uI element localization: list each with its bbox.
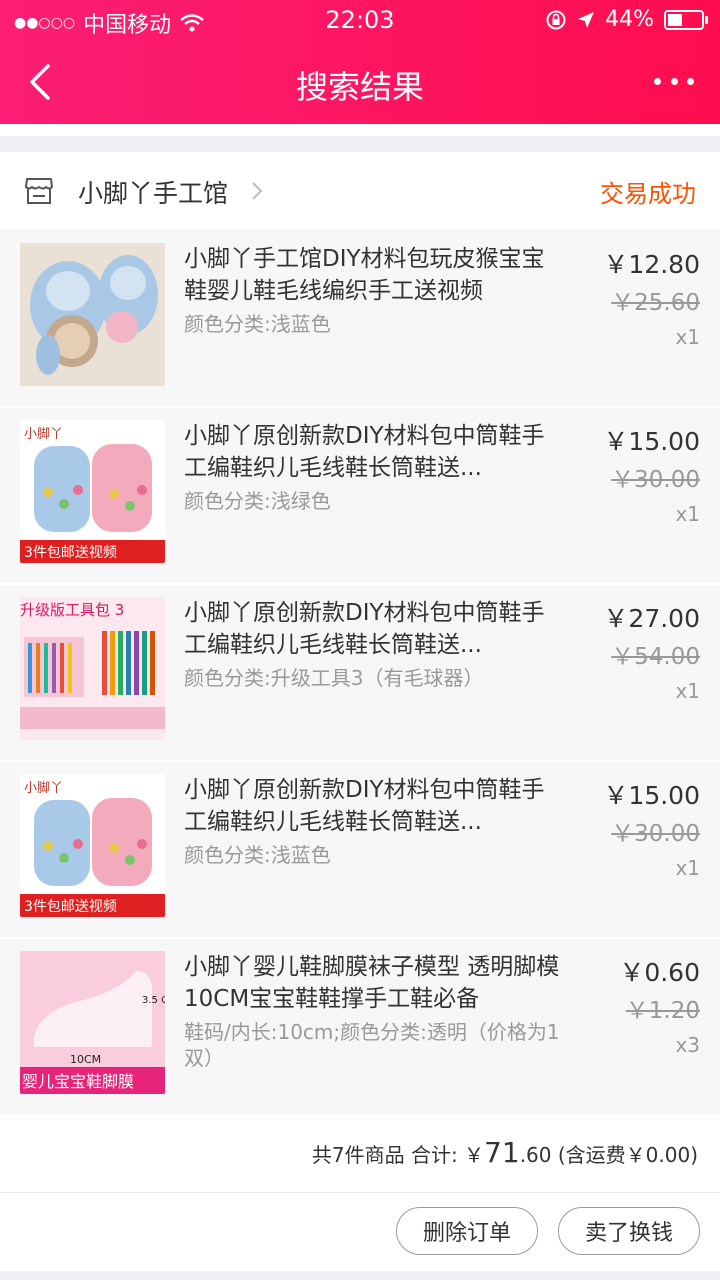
thumbnail-logo-text: 小脚丫	[24, 426, 63, 442]
product-price: ￥0.60	[619, 958, 700, 987]
thumbnail-dimension-text: 3.5 CM	[142, 995, 165, 1006]
product-quantity: x3	[675, 1033, 700, 1057]
product-thumbnail[interactable]: 小脚丫 3件包邮送视频	[20, 774, 165, 917]
product-quantity: x1	[675, 325, 700, 349]
total-decimal: .60	[519, 1143, 552, 1167]
product-quantity: x1	[675, 856, 700, 880]
product-sku: 颜色分类:升级工具3（有毛球器）	[184, 666, 484, 690]
thumbnail-logo-text: 小脚丫	[24, 780, 63, 796]
nav-bar: 搜索结果	[0, 48, 720, 116]
product-price: ￥12.80	[603, 250, 700, 279]
order-item[interactable]: 10CM 3.5 CM 婴儿宝宝鞋脚膜 小脚丫婴儿鞋脚膜袜子模型 透明脚模10C…	[0, 939, 720, 1114]
header: ●●○○○ 中国移动 22:03 44% 搜索结果	[0, 0, 720, 124]
more-button[interactable]	[654, 66, 694, 96]
product-thumbnail[interactable]: 小脚丫 3件包邮送视频	[20, 420, 165, 563]
sell-item-button[interactable]: 卖了换钱	[558, 1207, 700, 1255]
chevron-right-icon	[252, 182, 263, 200]
product-quantity: x1	[675, 502, 700, 526]
product-title[interactable]: 小脚丫原创新款DIY材料包中筒鞋手工编鞋织儿毛线鞋长筒鞋送...	[184, 774, 564, 838]
product-title[interactable]: 小脚丫原创新款DIY材料包中筒鞋手工编鞋织儿毛线鞋长筒鞋送...	[184, 597, 564, 661]
thumbnail-header-text: 升级版工具包 3	[20, 601, 124, 619]
order-actions: 删除订单 卖了换钱	[0, 1193, 720, 1271]
product-original-price: ￥25.60	[611, 290, 700, 316]
status-bar: ●●○○○ 中国移动 22:03 44%	[0, 0, 720, 40]
order-summary: 共7件商品 合计: ￥71.60 (含运费￥0.00)	[0, 1114, 720, 1193]
product-original-price: ￥30.00	[611, 467, 700, 493]
order-item[interactable]: 小脚丫 3件包邮送视频 小脚丫原创新款DIY材料包中筒鞋手工编鞋织儿毛线鞋长筒鞋…	[0, 762, 720, 937]
thumbnail-banner-text: 3件包邮送视频	[24, 545, 117, 561]
product-original-price: ￥30.00	[611, 821, 700, 847]
product-sku: 颜色分类:浅蓝色	[184, 312, 331, 336]
product-original-price: ￥1.20	[625, 998, 700, 1024]
product-price: ￥15.00	[603, 427, 700, 456]
product-title[interactable]: 小脚丫手工馆DIY材料包玩皮猴宝宝鞋婴儿鞋毛线编织手工送视频	[184, 243, 564, 307]
shop-icon	[25, 178, 53, 204]
order-item[interactable]: 升级版工具包 3 小脚丫原创新款DIY材料包中筒鞋手工编鞋织儿毛线鞋长筒鞋送..…	[0, 585, 720, 760]
product-sku: 颜色分类:浅绿色	[184, 489, 331, 513]
product-title[interactable]: 小脚丫婴儿鞋脚膜袜子模型 透明脚模10CM宝宝鞋鞋撑手工鞋必备	[184, 951, 564, 1015]
delete-order-button[interactable]: 删除订单	[396, 1207, 538, 1255]
page-title: 搜索结果	[295, 68, 424, 106]
rotation-lock-icon	[546, 10, 566, 29]
shop-row[interactable]: 小脚丫手工馆 交易成功	[0, 152, 720, 231]
order-status: 交易成功	[600, 180, 696, 208]
order-item[interactable]: 小脚丫手工馆DIY材料包玩皮猴宝宝鞋婴儿鞋毛线编织手工送视频 颜色分类:浅蓝色 …	[0, 231, 720, 406]
product-thumbnail[interactable]	[20, 243, 165, 386]
shop-name[interactable]: 小脚丫手工馆	[78, 174, 228, 210]
total-integer: 71	[484, 1136, 520, 1169]
order-total: 共7件商品 合计: ￥71.60 (含运费￥0.00)	[312, 1136, 698, 1169]
thumbnail-dimension-text: 10CM	[70, 1053, 101, 1066]
thumbnail-banner-text: 婴儿宝宝鞋脚膜	[22, 1072, 134, 1091]
order-card: 小脚丫手工馆 交易成功 小脚丫手工馆DIY材料包玩皮猴宝宝鞋婴儿鞋毛线编织手工送…	[0, 152, 720, 1271]
product-original-price: ￥54.00	[611, 644, 700, 670]
thumbnail-banner-text: 3件包邮送视频	[24, 899, 117, 915]
more-dot	[670, 77, 678, 85]
shipping-note: (含运费￥0.00)	[551, 1143, 698, 1167]
order-item[interactable]: 小脚丫 3件包邮送视频 小脚丫原创新款DIY材料包中筒鞋手工编鞋织儿毛线鞋长筒鞋…	[0, 408, 720, 583]
product-price: ￥15.00	[603, 781, 700, 810]
previous-order-card-edge	[0, 124, 720, 136]
product-price: ￥27.00	[603, 604, 700, 633]
total-prefix: 共7件商品 合计: ￥	[311, 1143, 485, 1167]
more-dot	[654, 77, 661, 85]
product-sku: 颜色分类:浅蓝色	[184, 843, 331, 867]
more-dot	[687, 77, 694, 85]
product-quantity: x1	[675, 679, 700, 703]
product-thumbnail[interactable]: 10CM 3.5 CM 婴儿宝宝鞋脚膜	[20, 951, 165, 1094]
battery-percent: 44%	[605, 7, 654, 32]
location-icon	[578, 11, 595, 28]
battery-icon	[664, 9, 708, 30]
product-title[interactable]: 小脚丫原创新款DIY材料包中筒鞋手工编鞋织儿毛线鞋长筒鞋送...	[184, 420, 564, 484]
product-thumbnail[interactable]: 升级版工具包 3	[20, 597, 165, 740]
product-sku: 鞋码/内长:10cm;颜色分类:透明（价格为1双）	[184, 1020, 560, 1070]
